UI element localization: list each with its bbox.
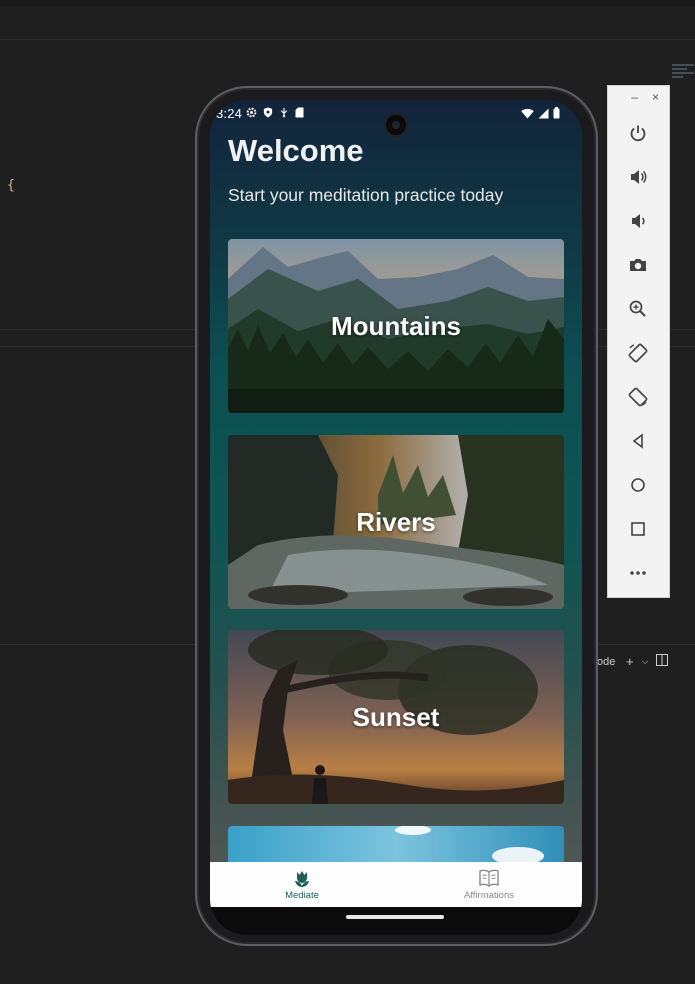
card-sky-partial[interactable] xyxy=(228,826,564,866)
more-icon[interactable] xyxy=(625,560,651,586)
chevron-down-icon[interactable]: ⌵ xyxy=(642,656,649,667)
card-mountains[interactable]: Mountains xyxy=(228,239,564,413)
card-sunset[interactable]: Sunset xyxy=(228,630,564,804)
book-icon xyxy=(479,869,499,887)
ide-tab-bar xyxy=(0,6,695,40)
card-label: Rivers xyxy=(356,506,436,537)
settings-icon xyxy=(246,107,257,118)
minimap[interactable] xyxy=(672,62,694,92)
phone-screen: 3:24 Welcome Start your meditation pract… xyxy=(210,100,582,935)
zoom-icon[interactable] xyxy=(625,296,651,322)
rotate-left-icon[interactable] xyxy=(625,340,651,366)
code-brace: { xyxy=(7,178,15,193)
home-gesture-bar[interactable] xyxy=(346,915,444,919)
card-label: Sunset xyxy=(352,701,440,732)
split-icon[interactable] xyxy=(656,654,669,669)
nav-mediate[interactable]: Mediate xyxy=(242,868,362,901)
volume-down-icon[interactable] xyxy=(625,208,651,234)
wifi-icon xyxy=(521,108,534,118)
status-bar: 3:24 xyxy=(210,104,582,124)
minimize-button[interactable]: – xyxy=(631,90,638,104)
sky-image xyxy=(228,826,564,866)
emulator-toolbar: – × xyxy=(607,85,670,598)
home-icon[interactable] xyxy=(625,472,651,498)
nav-label: Mediate xyxy=(285,890,319,901)
status-time: 3:24 xyxy=(216,106,243,121)
nav-label: Affirmations xyxy=(464,890,514,901)
volume-up-icon[interactable] xyxy=(625,164,651,190)
bottom-navigation: Mediate Affirmations xyxy=(210,862,582,907)
rotate-right-icon[interactable] xyxy=(625,384,651,410)
usb-debug-icon xyxy=(280,107,288,118)
camera-icon[interactable] xyxy=(625,252,651,278)
battery-icon xyxy=(553,107,560,119)
gesture-area xyxy=(210,907,582,935)
power-icon[interactable] xyxy=(625,120,651,146)
signal-icon xyxy=(538,108,549,118)
page-title: Welcome xyxy=(228,133,364,168)
page-subtitle: Start your meditation practice today xyxy=(228,185,504,205)
card-label: Mountains xyxy=(331,310,461,341)
tulip-icon xyxy=(295,871,309,887)
shield-icon xyxy=(263,107,273,118)
close-button[interactable]: × xyxy=(652,90,659,104)
panel-mode-label: ode xyxy=(597,656,616,668)
overview-icon[interactable] xyxy=(625,516,651,542)
add-icon[interactable]: + xyxy=(626,654,634,669)
panel-actions: + ⌵ xyxy=(626,654,669,669)
card-rivers[interactable]: Rivers xyxy=(228,435,564,609)
sd-card-icon xyxy=(295,107,304,118)
back-icon[interactable] xyxy=(625,428,651,454)
nav-affirmations[interactable]: Affirmations xyxy=(429,868,549,901)
